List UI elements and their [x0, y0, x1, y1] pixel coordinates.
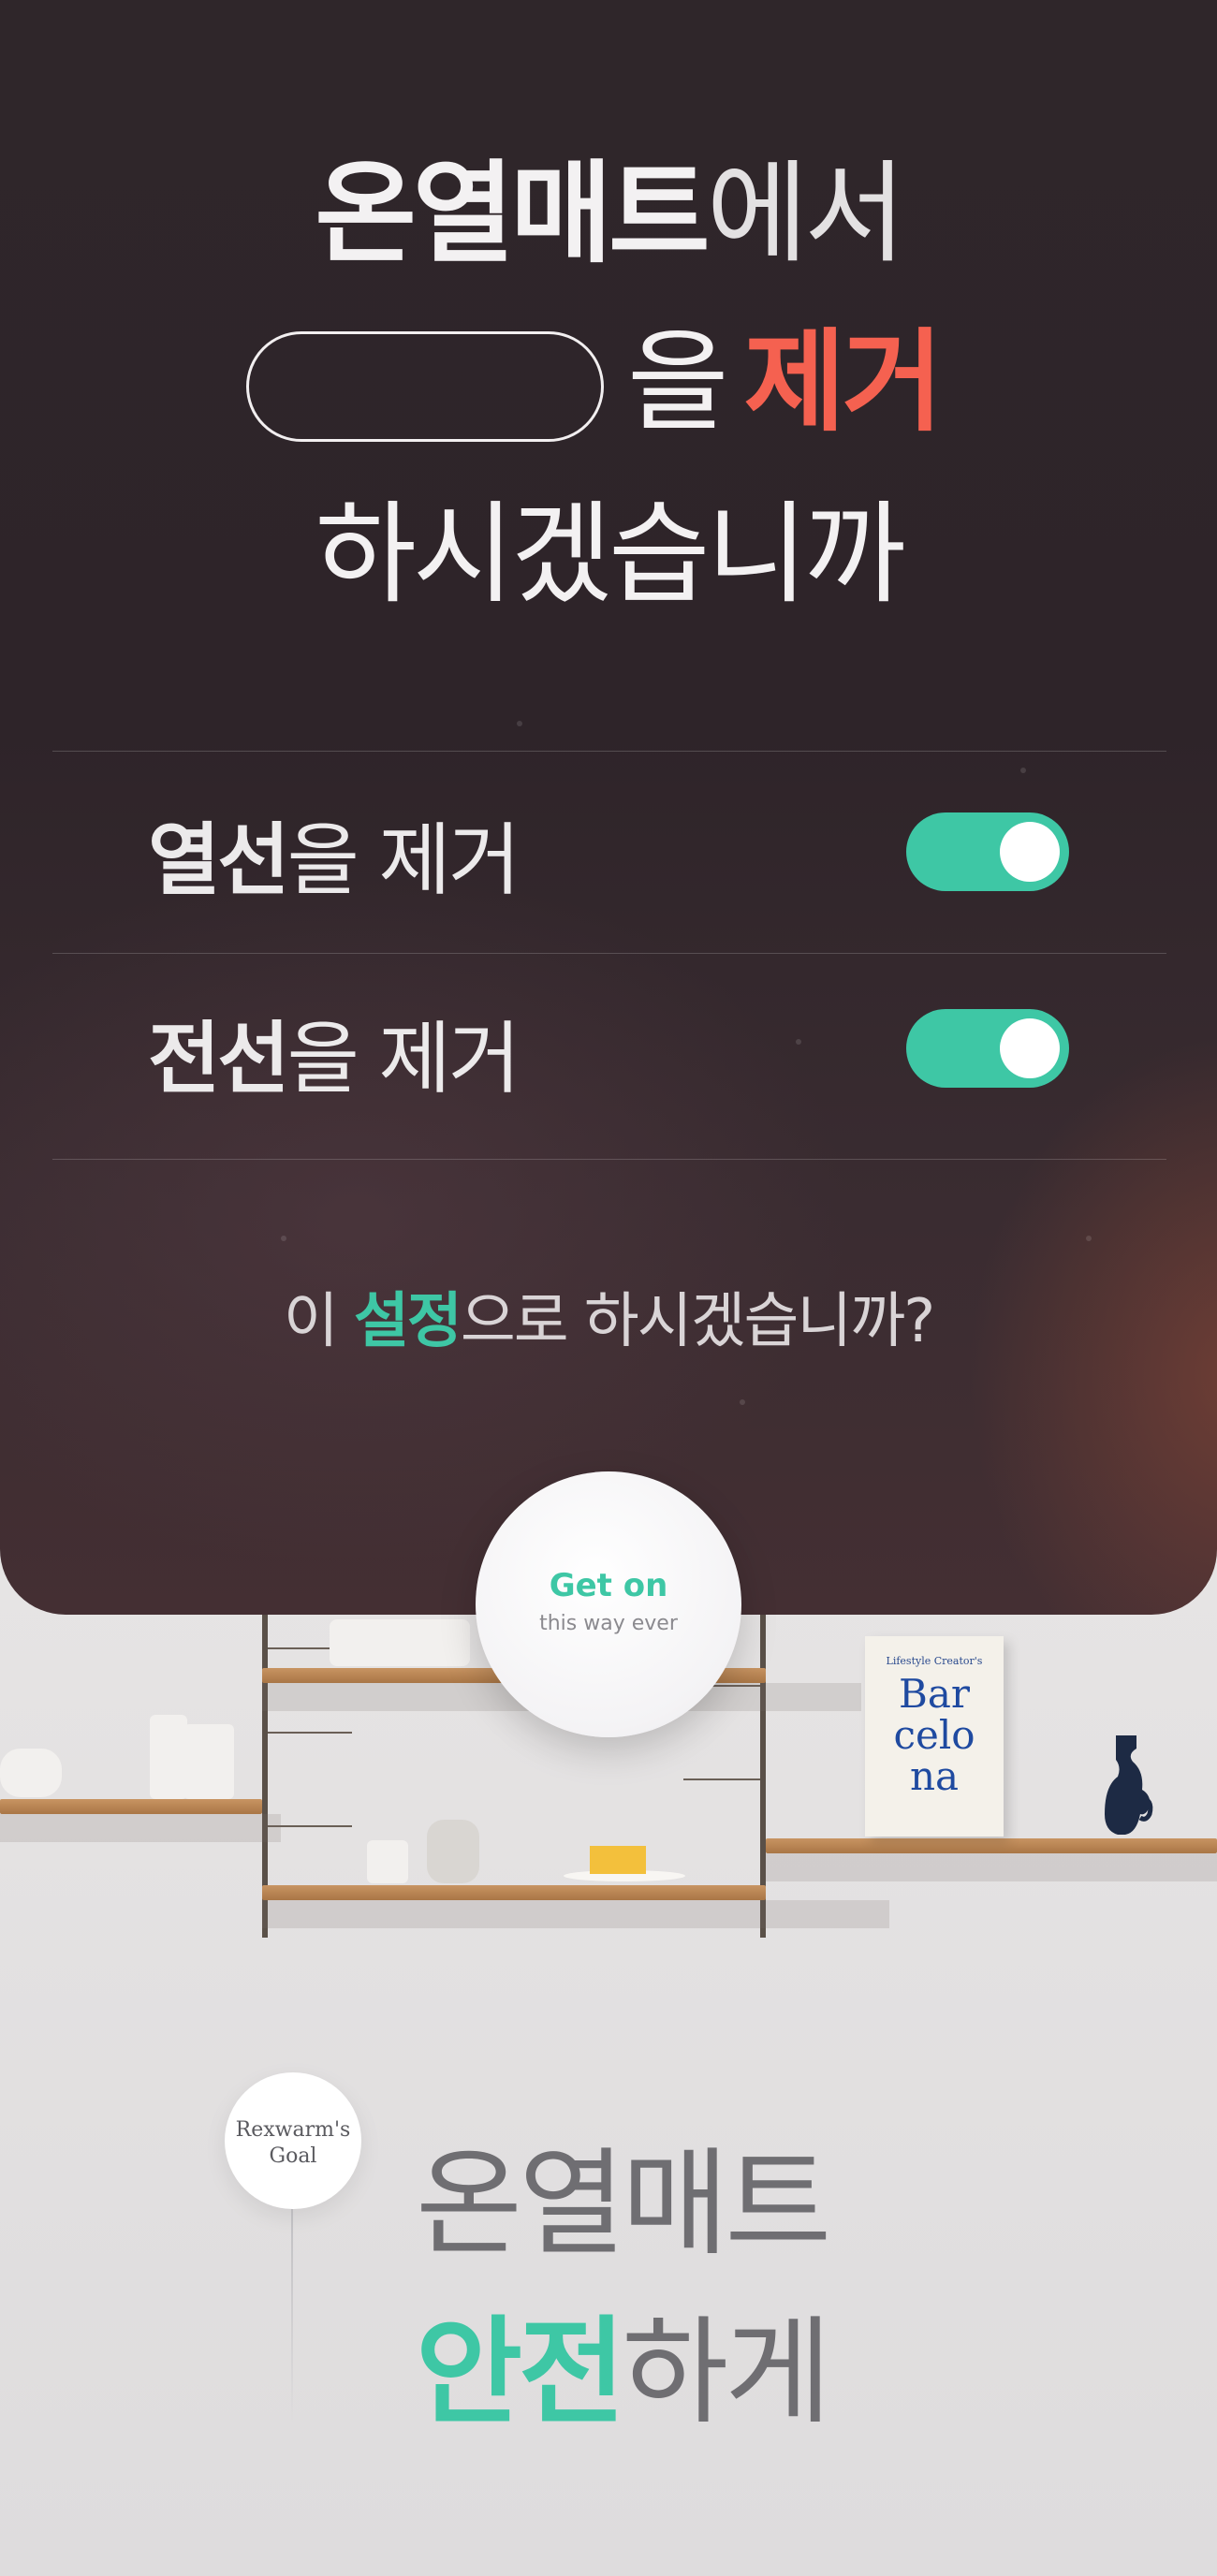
shelf-shadow — [262, 1900, 889, 1928]
candle — [0, 1749, 62, 1797]
goal-badge: Rexwarm's Goal — [225, 2072, 361, 2209]
shelf-rung — [268, 1732, 352, 1734]
shelf-board — [766, 1838, 1217, 1853]
speck — [281, 1236, 286, 1241]
speck — [517, 721, 522, 726]
jar — [150, 1715, 187, 1799]
goal-text: Rexwarm's Goal — [225, 2117, 361, 2170]
headline-line-1: 온열매트에서 — [0, 148, 1217, 279]
divider — [52, 751, 1166, 752]
headline-suffix: 에서 — [706, 149, 906, 278]
divider — [52, 1159, 1166, 1160]
get-on-button[interactable]: Get on this way ever — [476, 1471, 741, 1737]
shelf-shadow — [0, 1814, 281, 1842]
headline-accent: 제거 — [743, 317, 944, 446]
shelf-board — [262, 1885, 766, 1900]
headline-particle: 을 — [627, 317, 729, 446]
speck — [1086, 1236, 1092, 1241]
bottom-highlight: 안전 — [416, 2305, 625, 2440]
shelf-board — [0, 1799, 262, 1814]
book-title-line: na — [909, 1753, 960, 1799]
headline-line-3: 하시겠습니까 — [315, 490, 905, 619]
jar — [183, 1724, 234, 1799]
blank-pill — [246, 331, 604, 442]
headline-product: 온열매트 — [315, 149, 710, 278]
goal-line-1: Rexwarm's — [235, 2118, 351, 2142]
divider — [52, 953, 1166, 954]
option-rest: 을 제거 — [286, 814, 521, 906]
speck — [740, 1399, 745, 1405]
option-bold: 열선 — [148, 814, 290, 906]
shelf-shadow — [766, 1853, 1217, 1881]
cheese — [590, 1846, 646, 1874]
dish — [330, 1619, 470, 1666]
vase-icon — [1105, 1735, 1153, 1835]
book-title-line: celo — [893, 1712, 975, 1758]
dark-panel: 온열매트에서 을 제거 하시겠습니까 열선을 제거 전선을 제거 이 설정으로 하… — [0, 0, 1217, 1615]
headline-line-2: 을 제거 — [627, 316, 944, 447]
confirm-question: 이 설정으로 하시겠습니까? — [0, 1273, 1217, 1359]
speck — [1020, 768, 1026, 773]
option-bold: 전선 — [148, 1013, 290, 1105]
shelf-rung — [683, 1778, 760, 1780]
option-label-heatwire: 열선을 제거 — [148, 798, 521, 911]
goal-connector-line — [291, 2209, 293, 2424]
figurine — [427, 1820, 479, 1883]
goal-line-2: Goal — [269, 2144, 317, 2168]
cactus-pot — [367, 1840, 408, 1883]
book-subtitle: Lifestyle Creator's — [886, 1655, 983, 1667]
option-rest: 을 제거 — [286, 1013, 521, 1105]
option-label-cord: 전선을 제거 — [148, 996, 521, 1109]
toggle-heatwire[interactable] — [906, 812, 1069, 891]
toggle-knob — [1000, 822, 1060, 882]
toggle-knob — [1000, 1018, 1060, 1078]
barcelona-book: Lifestyle Creator's Bar celo na — [865, 1636, 1004, 1837]
cta-subtitle: this way ever — [539, 1612, 678, 1635]
question-suffix: 으로 하시겠습니까? — [460, 1287, 935, 1356]
cta-title: Get on — [549, 1567, 668, 1604]
speck — [796, 1039, 801, 1045]
question-prefix: 이 — [283, 1287, 355, 1356]
toggle-cord[interactable] — [906, 1009, 1069, 1088]
question-highlight: 설정 — [354, 1287, 462, 1356]
bottom-title-line-2: 안전하게 — [416, 2303, 831, 2443]
bottom-title-line-1: 온열매트 — [416, 2137, 831, 2272]
book-title-line: Bar — [899, 1671, 970, 1717]
bottom-rest: 하게 — [622, 2305, 831, 2440]
book-title: Bar celo na — [865, 1674, 1004, 1797]
